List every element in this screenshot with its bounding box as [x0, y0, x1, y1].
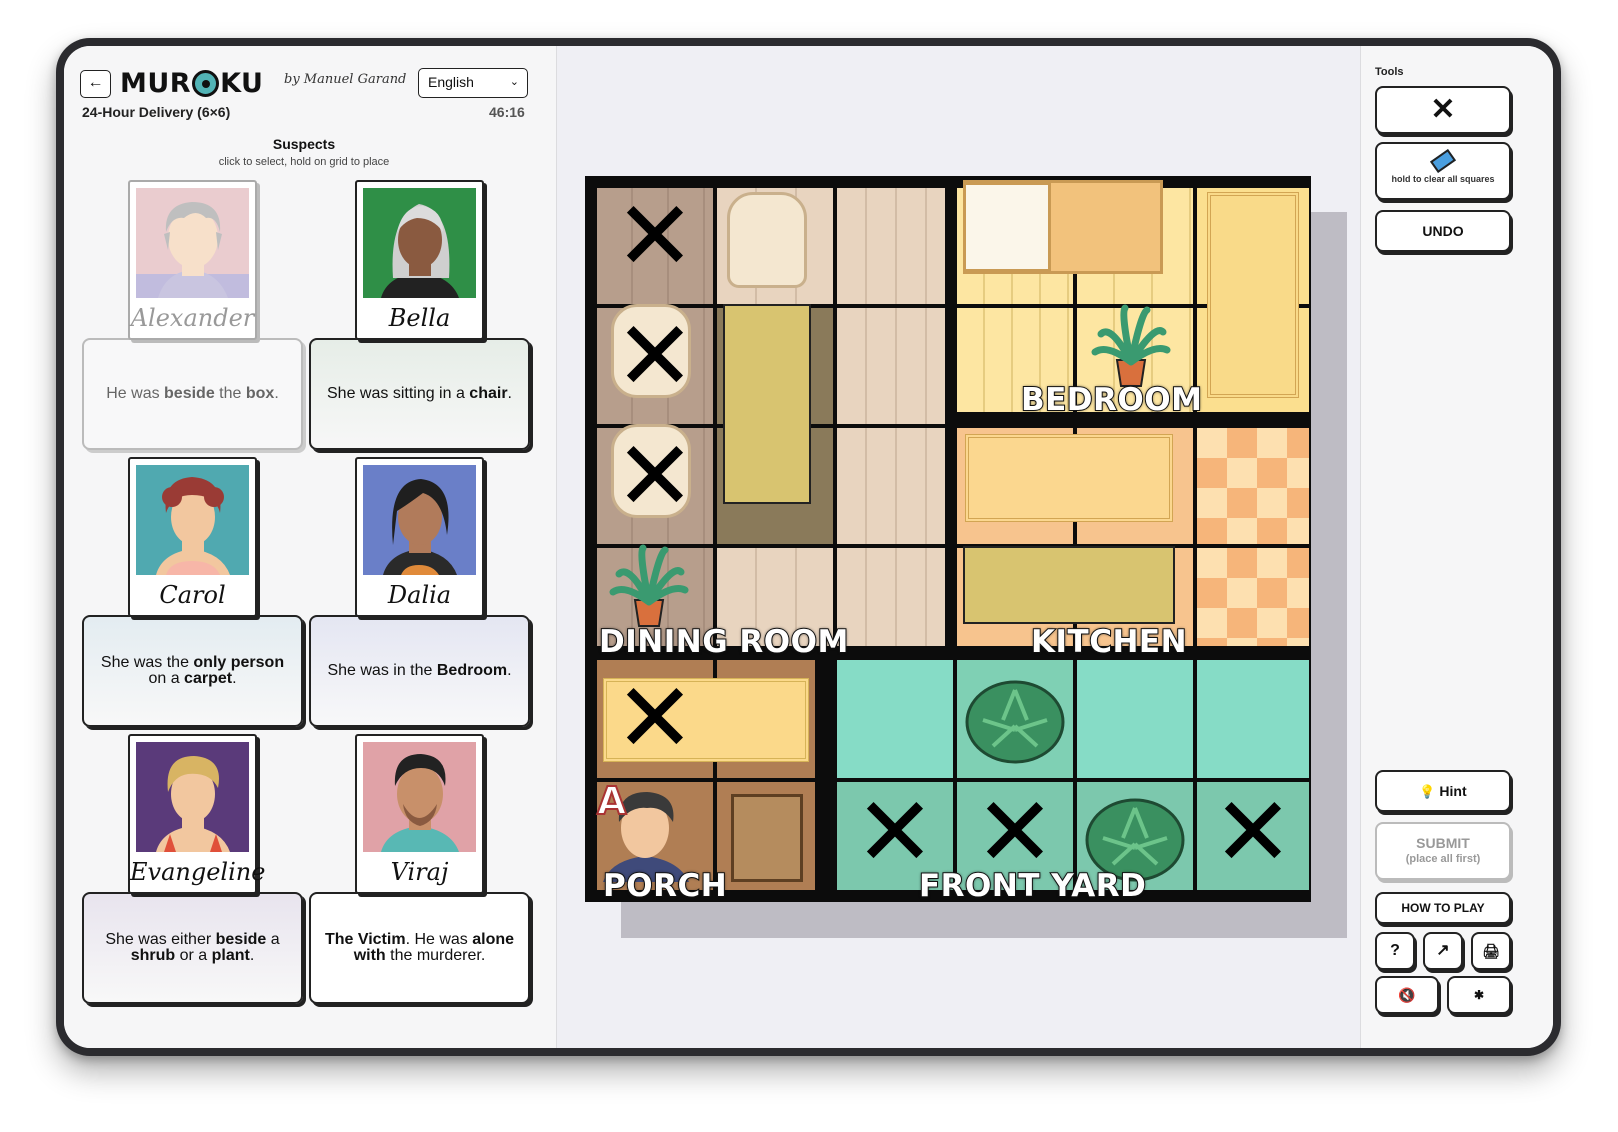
x-mark: ✕: [614, 300, 696, 412]
room-label-kitchen: KITCHEN: [1030, 623, 1188, 661]
print-button[interactable]: 🖨: [1471, 932, 1511, 970]
app-screen: ← MUR KU by Manuel Garand English ⌄ 24-Ho…: [64, 46, 1553, 1048]
dining-plant: [609, 544, 689, 627]
suspect-name: Dalia: [387, 581, 452, 609]
murder-board: A ✕ ✕ ✕ ✕ ✕ ✕ ✕ DINING ROOM BEDROOM KITC…: [585, 176, 1311, 905]
suspects-sidebar: ← MUR KU by Manuel Garand English ⌄ 24-Ho…: [64, 46, 557, 1048]
eraser-icon: [1429, 148, 1457, 174]
undo-button[interactable]: UNDO: [1375, 210, 1511, 252]
x-mark: ✕: [614, 420, 696, 532]
suspect-clue: She was the only person on a carpet.: [82, 615, 303, 727]
suspect-photo[interactable]: Alexander: [128, 180, 257, 340]
suspect-name: Evangeline: [130, 858, 266, 886]
grid-cell[interactable]: [835, 658, 955, 780]
portrait-bella: [363, 188, 476, 298]
app-window: ← MUR KU by Manuel Garand English ⌄ 24-Ho…: [56, 38, 1561, 1056]
chevron-down-icon: ⌄: [509, 76, 519, 88]
puzzle-title: 24-Hour Delivery (6×6): [82, 104, 231, 120]
suspects-subheading: click to select, hold on grid to place: [218, 156, 390, 168]
share-arrow-icon: ↗: [1436, 942, 1450, 959]
dining-table: [723, 304, 811, 504]
sound-button[interactable]: 🔇: [1375, 976, 1439, 1014]
suspects-heading: Suspects: [272, 136, 336, 152]
suspect-card-bella[interactable]: Bella She was sitting in a chair.: [309, 180, 537, 460]
kitchen-rug: [965, 434, 1173, 522]
bedroom-plant: [1091, 304, 1171, 387]
mute-icon: 🔇: [1398, 987, 1416, 1003]
portrait-viraj: [363, 742, 476, 852]
suspect-photo[interactable]: Viraj: [355, 734, 484, 894]
suspect-name: Bella: [388, 304, 451, 332]
how-to-play-button[interactable]: HOW TO PLAY: [1375, 892, 1511, 924]
author-byline: by Manuel Garand: [284, 72, 407, 87]
room-label-dining-room: DINING ROOM: [598, 623, 849, 661]
box: [731, 794, 803, 882]
x-mark: ✕: [614, 180, 696, 292]
suspect-photo[interactable]: Carol: [128, 457, 257, 617]
tools-heading: Tools: [1375, 66, 1404, 78]
bed-pillow: [963, 182, 1051, 272]
back-button[interactable]: ←: [80, 70, 111, 98]
share-button[interactable]: ↗: [1423, 932, 1463, 970]
kitchen-counter: [963, 546, 1175, 624]
x-icon: ✕: [1430, 93, 1456, 126]
timer: 46:16: [489, 104, 525, 120]
murdoku-logo: MUR KU: [120, 67, 264, 99]
magnifier-eye-icon: [192, 69, 220, 97]
hint-button[interactable]: 💡 Hint: [1375, 770, 1511, 812]
suspect-name: Alexander: [130, 304, 255, 332]
grid-cell[interactable]: [1195, 546, 1311, 658]
x-tool-button[interactable]: ✕: [1375, 86, 1511, 134]
grid-cell[interactable]: [1075, 658, 1195, 780]
grid-cell[interactable]: [835, 426, 955, 546]
question-icon: ?: [1390, 942, 1400, 959]
x-mark: ✕: [614, 662, 696, 774]
suspect-card-dalia[interactable]: Dalia She was in the Bedroom.: [309, 457, 537, 737]
shrub: [965, 680, 1065, 764]
printer-icon: 🖨: [1482, 943, 1500, 959]
bedroom-rug: [1207, 192, 1299, 398]
settings-button[interactable]: ✱: [1447, 976, 1511, 1014]
suspect-clue: She was sitting in a chair.: [309, 338, 530, 450]
grid-cell[interactable]: [835, 186, 955, 306]
help-button[interactable]: ?: [1375, 932, 1415, 970]
suspect-photo[interactable]: Dalia: [355, 457, 484, 617]
room-label-bedroom: BEDROOM: [1020, 381, 1203, 419]
suspect-card-carol[interactable]: Carol She was the only person on a carpe…: [82, 457, 310, 737]
suspect-name: Viraj: [390, 858, 449, 886]
room-label-porch: PORCH: [602, 867, 728, 905]
portrait-alexander: [136, 188, 249, 298]
suspect-clue: She was either beside a shrub or a plant…: [82, 892, 303, 1004]
grid-cell[interactable]: [1195, 426, 1311, 546]
grid-cell[interactable]: [835, 306, 955, 426]
armchair: [727, 192, 807, 288]
language-select[interactable]: English ⌄: [418, 68, 528, 98]
x-mark: ✕: [1212, 776, 1294, 888]
portrait-evangeline: [136, 742, 249, 852]
submit-button[interactable]: SUBMIT (place all first): [1375, 822, 1511, 880]
eraser-tool-button[interactable]: hold to clear all squares: [1375, 142, 1511, 200]
gear-icon: ✱: [1473, 988, 1485, 1002]
suspect-card-viraj[interactable]: Viraj The Victim. He was alone with the …: [309, 734, 537, 1014]
portrait-carol: [136, 465, 249, 575]
portrait-dalia: [363, 465, 476, 575]
suspect-clue: He was beside the box.: [82, 338, 303, 450]
grid-cell[interactable]: [1195, 658, 1311, 780]
tools-sidebar: Tools ✕ hold to clear all squares UNDO 💡…: [1360, 46, 1553, 1048]
room-wall: [815, 646, 827, 902]
suspect-photo[interactable]: Evangeline: [128, 734, 266, 894]
suspect-clue: The Victim. He was alone with the murder…: [309, 892, 530, 1004]
suspect-card-evangeline[interactable]: Evangeline She was either beside a shrub…: [82, 734, 310, 1014]
suspect-clue: She was in the Bedroom.: [309, 615, 530, 727]
suspect-photo[interactable]: Bella: [355, 180, 484, 340]
room-label-front-yard: FRONT YARD: [918, 867, 1147, 905]
suspect-name: Carol: [159, 581, 226, 609]
back-arrow-icon: ←: [87, 74, 104, 91]
grid-cell[interactable]: [835, 546, 955, 658]
lightbulb-icon: 💡: [1419, 784, 1436, 799]
suspect-card-alexander[interactable]: Alexander He was beside the box.: [82, 180, 310, 460]
